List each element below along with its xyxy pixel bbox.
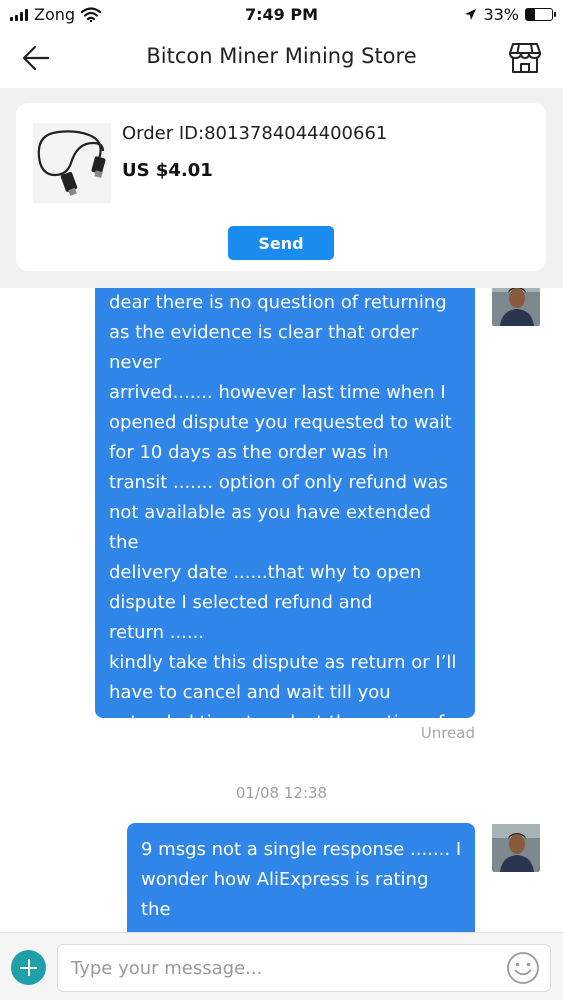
- battery-icon: [525, 8, 556, 21]
- battery-percent: 33%: [483, 5, 519, 24]
- user-avatar-image: [492, 824, 540, 872]
- page-title: Bitcon Miner Mining Store: [146, 44, 417, 68]
- message-status: Unread: [420, 724, 475, 742]
- usb-cable-image: [37, 130, 106, 196]
- message-input-bar: [0, 932, 563, 1000]
- message-input[interactable]: [57, 944, 551, 992]
- storefront-icon[interactable]: [507, 40, 543, 76]
- chat-messages[interactable]: dear there is no question of returning a…: [0, 288, 563, 932]
- avatar[interactable]: [492, 824, 540, 872]
- send-order-button[interactable]: Send: [228, 226, 334, 260]
- nav-header: Bitcon Miner Mining Store: [0, 30, 563, 86]
- order-price: US $4.01: [122, 160, 213, 181]
- add-attachment-button[interactable]: [11, 950, 46, 985]
- message-bubble[interactable]: dear there is no question of returning a…: [95, 288, 475, 763]
- status-bar: Zong 7:49 PM 33%: [0, 0, 563, 30]
- status-right: 33%: [464, 5, 556, 24]
- order-id: Order ID:8013784044400661: [122, 123, 388, 144]
- message-timestamp: 01/08 12:38: [235, 784, 328, 802]
- user-avatar-image: [492, 288, 540, 326]
- message-text: dear there is no question of returning a…: [109, 292, 457, 763]
- order-card[interactable]: Order ID:8013784044400661 US $4.01 Send: [16, 103, 546, 271]
- emoji-icon[interactable]: [506, 951, 540, 985]
- product-image[interactable]: [33, 123, 111, 203]
- message-bubble[interactable]: 9 msgs not a single response ....... I w…: [127, 823, 475, 932]
- message-text: 9 msgs not a single response ....... I w…: [141, 839, 462, 932]
- location-arrow-icon: [465, 9, 477, 20]
- battery-level: [526, 9, 535, 20]
- avatar[interactable]: [492, 288, 540, 326]
